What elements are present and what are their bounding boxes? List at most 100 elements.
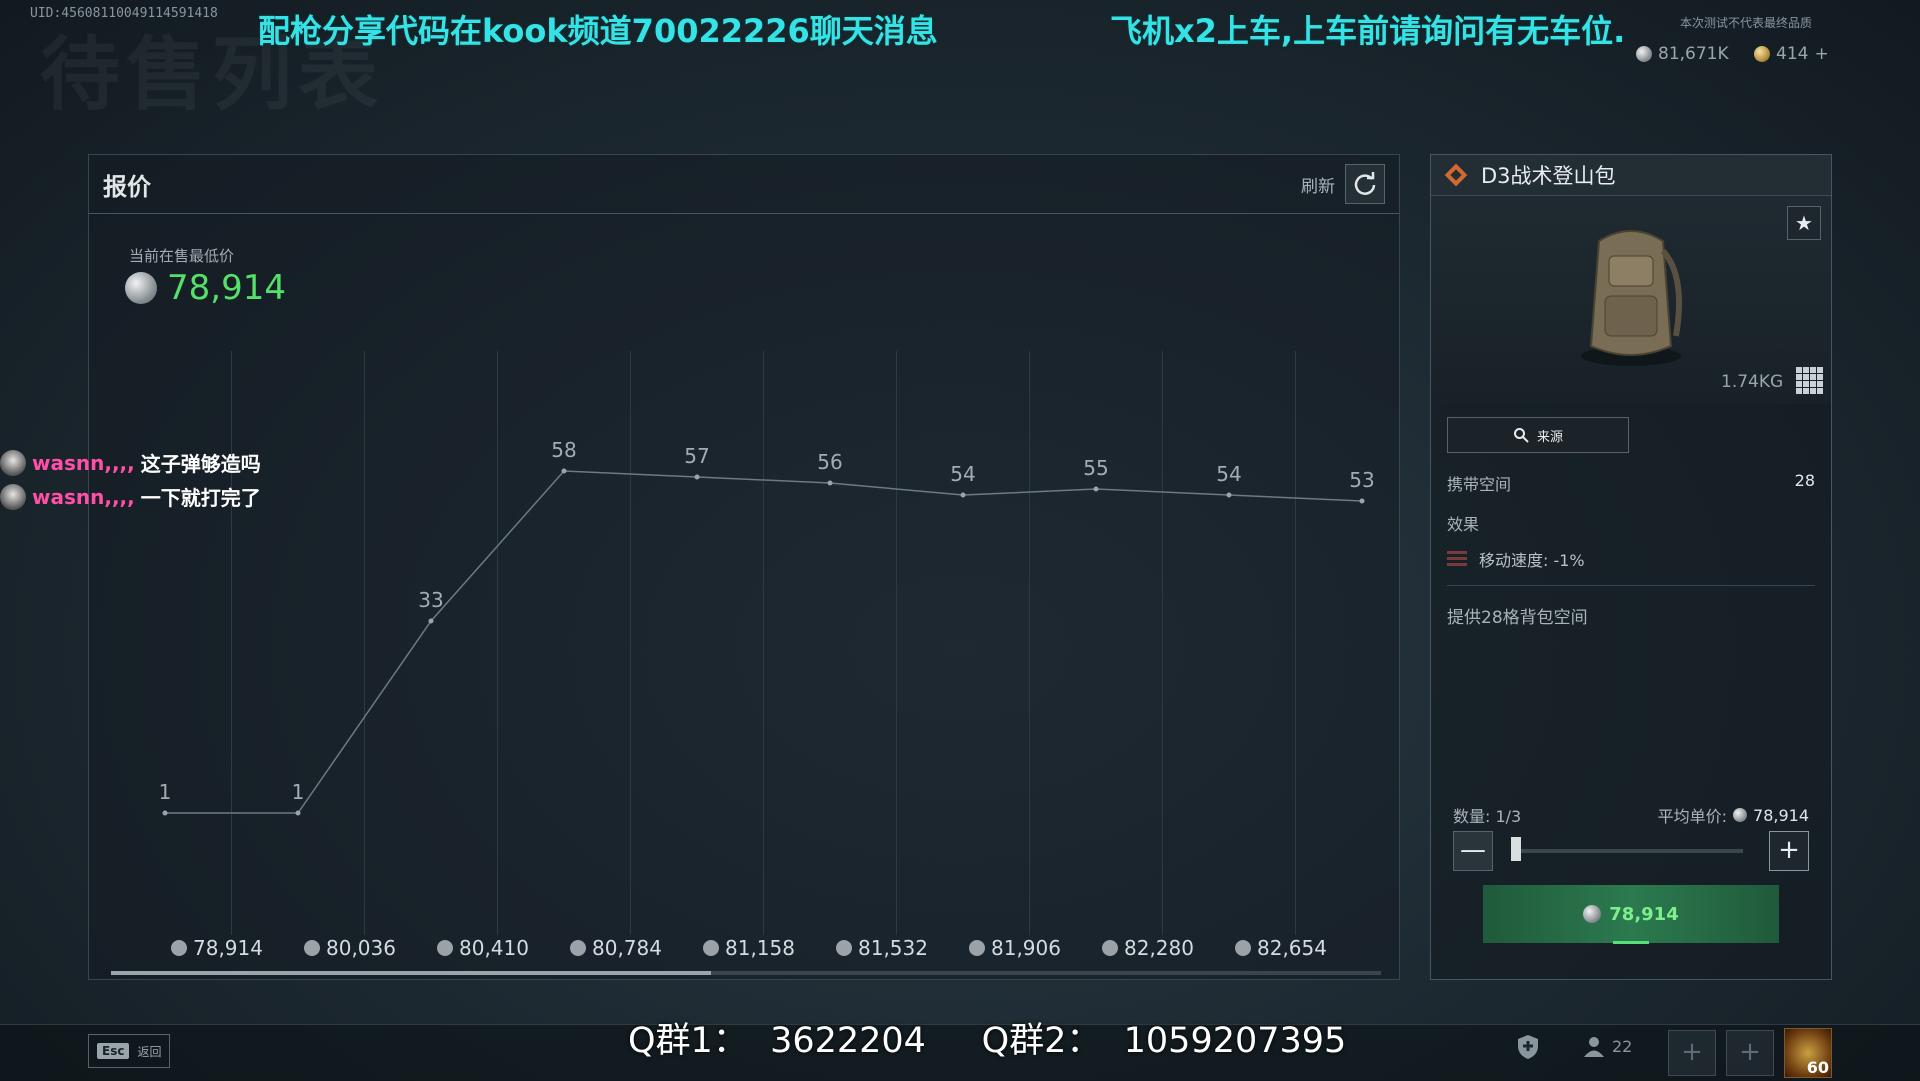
data-point — [827, 480, 833, 486]
quantity-row: 数量: 1/3 平均单价: 78,914 — [1453, 803, 1809, 827]
divider — [1447, 585, 1815, 586]
data-point — [1359, 498, 1365, 504]
silver-coin-icon — [570, 940, 586, 956]
item-header: D3战术登山包 — [1431, 155, 1831, 196]
x-tick-label: 82,654 — [1257, 936, 1327, 960]
silver-coin-icon — [1583, 905, 1602, 923]
shield-icon[interactable] — [1516, 1034, 1540, 1064]
data-label: 54 — [950, 462, 975, 486]
item-rarity-icon — [1444, 163, 1468, 187]
uid-label: UID:456081100491145914​18 — [30, 6, 218, 21]
data-point — [295, 810, 301, 816]
source-button[interactable]: 来源 — [1447, 417, 1629, 453]
data-point — [1093, 486, 1099, 492]
empty-slot[interactable]: + — [1726, 1030, 1774, 1076]
quantity-stepper[interactable]: — + — [1453, 831, 1809, 871]
data-label: 1 — [292, 780, 305, 804]
data-label: 57 — [684, 444, 709, 468]
buy-button-accent — [1613, 941, 1649, 944]
movement-penalty-icon — [1447, 551, 1467, 566]
silver-coin-icon — [836, 940, 852, 956]
effect-text: 移动速度: -1% — [1479, 551, 1585, 570]
silver-coin-icon — [171, 940, 187, 956]
silver-coin-icon — [703, 940, 719, 956]
silver-coin-icon — [1733, 808, 1748, 822]
favorite-button[interactable]: ★ — [1787, 206, 1821, 240]
grid-size-icon — [1796, 367, 1823, 394]
gold-coin-icon — [1754, 46, 1770, 62]
item-image-area: ★ 1.74KG — [1431, 196, 1831, 404]
effect-label: 效果 — [1447, 515, 1480, 534]
silver-coin-icon — [304, 940, 320, 956]
x-tick: 81,158 — [703, 936, 795, 960]
price-quantity-chart: 1 1 33 58 57 56 54 55 54 53 78,914 80,036 80,410 80,7… — [159, 351, 1375, 960]
x-tick: 82,280 — [1102, 936, 1194, 960]
avg-price-value: 78,914 — [1753, 805, 1809, 825]
add-gold-button[interactable]: + — [1814, 44, 1828, 64]
test-notice: 本次测试不代表最终品质 — [1680, 16, 1813, 30]
x-tick: 80,410 — [437, 936, 529, 960]
item-detail-panel: D3战术登山包 ★ 1.74KG 来源 携带空间 28 效果 移动速度: -1%… — [1430, 154, 1832, 980]
quantity-slider-handle[interactable] — [1511, 837, 1521, 861]
chat-user: wasnn,,,, — [32, 450, 135, 475]
chat-text: 这子弹够造吗 — [140, 452, 261, 476]
x-tick: 82,654 — [1235, 936, 1327, 960]
quote-panel: 报价 刷新 当前在售最低价 78,914 1 1 33 58 57 56 54 55 54 53 7… — [88, 154, 1400, 980]
avatar — [0, 483, 26, 510]
x-tick-label: 80,784 — [592, 936, 662, 960]
increase-button[interactable]: + — [1769, 831, 1809, 871]
data-point — [960, 492, 966, 498]
x-tick: 80,036 — [304, 936, 396, 960]
data-label: 55 — [1083, 456, 1108, 480]
silver-balance: 81,671K — [1636, 44, 1729, 64]
back-label: 返回 — [137, 1044, 162, 1059]
x-tick-label: 82,280 — [1124, 936, 1194, 960]
x-tick-label: 81,906 — [991, 936, 1061, 960]
data-label: 1 — [159, 780, 172, 804]
chart-scrollbar[interactable] — [111, 971, 1381, 975]
quantity-slider-track[interactable] — [1511, 849, 1743, 853]
data-point — [694, 474, 700, 480]
gold-balance[interactable]: 414 + — [1754, 44, 1829, 64]
buy-price: 78,914 — [1609, 903, 1679, 925]
friends-icon — [1584, 1037, 1604, 1057]
silver-coin-icon — [437, 940, 453, 956]
data-label: 54 — [1216, 462, 1241, 486]
x-tick-label: 78,914 — [193, 936, 263, 960]
data-label: 56 — [817, 450, 842, 474]
avatar — [0, 449, 26, 476]
silver-coin-icon — [1102, 940, 1118, 956]
item-name: D3战术登山包 — [1481, 164, 1616, 188]
player-level-badge[interactable]: 60 — [1784, 1028, 1832, 1078]
silver-coin-icon — [969, 940, 985, 956]
data-point — [162, 810, 168, 816]
quantity-label: 数量: 1/3 — [1453, 807, 1522, 826]
friends-count: 22 — [1612, 1036, 1633, 1056]
x-tick: 78,914 — [171, 936, 263, 960]
capacity-row: 携带空间 28 — [1447, 471, 1815, 495]
back-button[interactable]: Esc 返回 — [88, 1034, 170, 1068]
chart-scrollbar-thumb[interactable] — [111, 971, 711, 975]
data-point — [1226, 492, 1232, 498]
chat-user: wasnn,,,, — [32, 484, 135, 509]
stream-overlay-left: 配枪分享代码在kook频道70022226聊天消息 — [258, 12, 938, 50]
silver-coin-icon — [1636, 46, 1652, 62]
item-weight: 1.74KG — [1721, 372, 1784, 392]
avg-price-label: 平均单价: — [1657, 807, 1728, 826]
x-tick: 81,532 — [836, 936, 928, 960]
data-point — [561, 468, 567, 474]
data-point — [428, 618, 434, 624]
buy-button[interactable]: 78,914 — [1483, 885, 1779, 943]
gold-amount: 414 — [1776, 44, 1809, 64]
data-label: 53 — [1349, 468, 1374, 492]
capacity-label: 携带空间 — [1447, 475, 1512, 494]
avg-price: 平均单价: 78,914 — [1658, 803, 1809, 827]
data-label: 58 — [551, 438, 576, 462]
empty-slot[interactable]: + — [1668, 1030, 1716, 1076]
decrease-button[interactable]: — — [1453, 831, 1493, 871]
friends-indicator[interactable]: 22 — [1582, 1034, 1632, 1058]
item-description: 提供28格背包空间 — [1447, 608, 1588, 628]
player-level: 60 — [1806, 1058, 1829, 1077]
source-button-label: 来源 — [1536, 429, 1563, 445]
stream-overlay-right: 飞机x2上车,上车前请询问有无车位. — [1110, 12, 1626, 50]
